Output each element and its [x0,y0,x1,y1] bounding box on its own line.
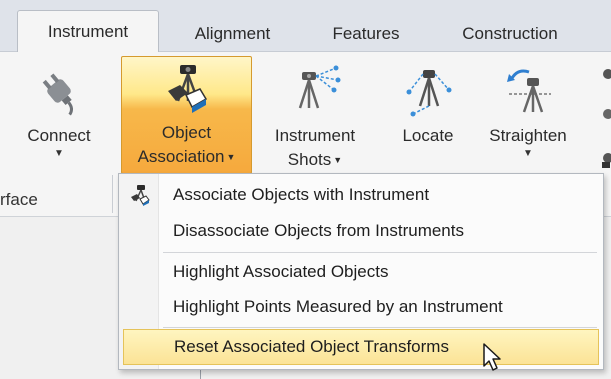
tab-instrument-label: Instrument [47,22,129,41]
tab-alignment-label: Alignment [194,24,271,43]
plug-icon [42,73,73,116]
chevron-down-icon: ▼ [54,148,64,159]
object-association-menu: Associate Objects with Instrument Disass… [118,173,604,370]
ribbon-tab-strip: Instrument Alignment Features Constructi… [0,0,611,53]
chevron-down-icon: ▼ [523,148,533,159]
object-association-label: Object Association ▼ [138,121,236,169]
chevron-down-icon: ▼ [226,152,236,162]
locate-button[interactable]: Locate [388,60,468,175]
connect-button[interactable]: Connect ▼ [18,60,100,175]
menu-separator [163,327,597,328]
tab-construction-label: Construction [462,24,558,43]
tab-features-label: Features [332,24,400,43]
group-separator [112,175,113,213]
tab-alignment[interactable]: Alignment [170,16,295,52]
menu-item-reset-transforms[interactable]: Reset Associated Object Transforms [123,329,599,365]
instrument-shots-button[interactable]: Instrument Shots ▼ [256,60,374,175]
mouse-cursor-icon [483,343,501,371]
menu-item-associate-objects[interactable]: Associate Objects with Instrument [123,177,599,213]
menu-item-highlight-points-measured[interactable]: Highlight Points Measured by an Instrume… [123,289,599,325]
menu-item-highlight-associated[interactable]: Highlight Associated Objects [123,254,599,290]
object-association-button[interactable]: Object Association ▼ [121,56,252,174]
tab-construction[interactable]: Construction [440,16,580,52]
menu-separator [163,252,597,253]
straighten-label: Straighten ▼ [489,126,567,159]
overflow-tools-icon[interactable] [596,66,611,176]
tab-features[interactable]: Features [311,16,421,52]
ribbon-group-label: rface [0,190,38,209]
tripod-shots-icon [298,65,341,109]
menu-item-disassociate-objects[interactable]: Disassociate Objects from Instruments [123,213,599,249]
tripod-locate-icon [406,70,452,117]
tab-instrument[interactable]: Instrument [17,10,159,53]
associate-icon [131,185,150,206]
chevron-down-icon: ▼ [333,155,343,165]
connect-label: Connect ▼ [27,126,91,159]
tripod-objects-icon [167,65,207,113]
tripod-straighten-icon [507,69,551,113]
locate-label: Locate [402,126,454,145]
instrument-shots-label: Instrument Shots ▼ [275,124,355,172]
straighten-button[interactable]: Straighten ▼ [476,60,580,175]
